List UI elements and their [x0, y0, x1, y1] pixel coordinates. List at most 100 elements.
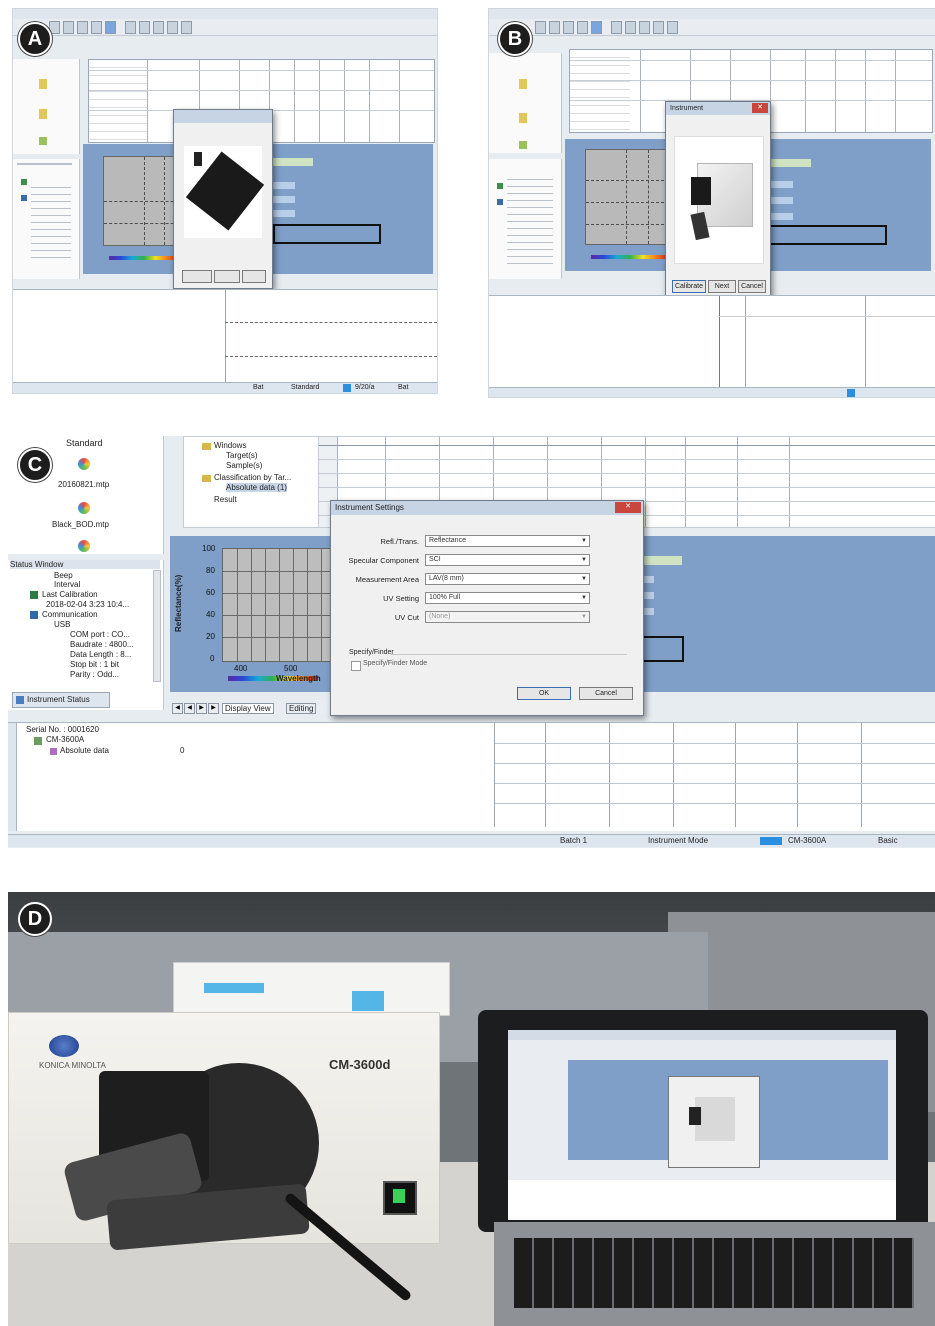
ytick: 100 [202, 544, 216, 553]
status-item: Beep [54, 571, 73, 580]
uv-cut-select[interactable]: (None) ▼ [425, 611, 590, 623]
file-icon[interactable] [78, 540, 90, 552]
device-name[interactable]: CM-3600A [46, 735, 84, 744]
ytick: 80 [206, 566, 215, 575]
toolbar-button[interactable] [63, 21, 74, 34]
file-icon[interactable] [519, 141, 527, 149]
power-switch[interactable] [383, 1181, 417, 1215]
file-name[interactable]: 20160821.mtp [58, 480, 109, 489]
toolbar-button[interactable] [125, 21, 136, 34]
toolbar-button[interactable] [653, 21, 664, 34]
panel-badge-b: B [498, 22, 532, 56]
status-item: Baudrate : 4800... [70, 640, 134, 649]
sample-box [173, 962, 450, 1016]
toolbar-button[interactable] [611, 21, 622, 34]
tree-item[interactable]: Sample(s) [226, 461, 262, 470]
dialog-title [174, 110, 272, 123]
toolbar-button[interactable] [139, 21, 150, 34]
dialog-title: Instrument Settings [331, 501, 643, 515]
toolbar-button[interactable] [153, 21, 164, 34]
absolute-data-label[interactable]: Absolute data [60, 746, 109, 755]
toolbar-button[interactable] [591, 21, 602, 34]
wavelength-spectrum [591, 255, 669, 259]
toolbar-button[interactable] [625, 21, 636, 34]
dialog-button[interactable] [182, 270, 212, 283]
file-icon[interactable] [39, 109, 47, 119]
toolbar-button[interactable] [105, 21, 116, 34]
status-window-pane [13, 159, 80, 279]
scrollbar[interactable] [153, 570, 161, 682]
toolbar-button[interactable] [577, 21, 588, 34]
status-window-title: Status Window [10, 560, 160, 569]
spectral-chart [585, 149, 675, 245]
tree-item[interactable]: Classification by Tar... [214, 473, 291, 482]
file-name[interactable]: Black_BOD.mtp [52, 520, 109, 529]
tab-display-view[interactable]: Display View [222, 703, 274, 714]
spectral-chart [222, 548, 344, 662]
toolbar-button[interactable] [549, 21, 560, 34]
laptop-display [508, 1030, 896, 1220]
measurement-area-select[interactable]: LAV(8 mm) ▼ [425, 573, 590, 585]
toolbar-button[interactable] [639, 21, 650, 34]
file-icon[interactable] [519, 113, 527, 123]
ytick: 60 [206, 588, 215, 597]
brand-logo [49, 1035, 79, 1057]
status-item: Communication [42, 610, 98, 619]
nav-last-icon[interactable]: ▶ [208, 703, 219, 714]
laptop-screen [478, 1010, 928, 1232]
instrument-status-tab[interactable]: Instrument Status [12, 692, 110, 708]
toolbar-button[interactable] [563, 21, 574, 34]
group-title: Specify/Finder [349, 649, 394, 656]
field-label: Specular Component [348, 556, 419, 565]
toolbar-button[interactable] [535, 21, 546, 34]
field-label: UV Cut [394, 613, 419, 622]
uv-setting-select[interactable]: 100% Full ▼ [425, 592, 590, 604]
right-table [494, 723, 935, 827]
status-item: Parity : Odd... [70, 670, 119, 679]
status-basic: Basic [878, 836, 898, 845]
data-pane [489, 295, 935, 388]
status-item: USB [54, 620, 71, 629]
data-tree: Windows Target(s) Sample(s) Classificati… [183, 436, 320, 528]
status-bar: Batch 1 Instrument Mode CM-3600A Basic [8, 834, 935, 847]
device-icon [34, 737, 42, 745]
tab-editing[interactable]: Editing [286, 703, 317, 714]
next-button[interactable]: Next [708, 280, 736, 293]
cancel-button[interactable]: Cancel [738, 280, 766, 293]
ytick: 0 [210, 654, 215, 663]
status-instrument: 9/20/a [355, 384, 375, 391]
file-icon[interactable] [519, 79, 527, 89]
cancel-button[interactable]: Cancel [579, 687, 633, 700]
file-icon[interactable] [78, 502, 90, 514]
tree-item[interactable]: Absolute data (1) [226, 483, 287, 492]
file-icon[interactable] [78, 458, 90, 470]
file-icon[interactable] [39, 137, 47, 145]
ok-button[interactable]: OK [517, 687, 571, 700]
close-icon[interactable]: ✕ [615, 502, 641, 513]
nav-first-icon[interactable]: ◀ [172, 703, 183, 714]
close-icon[interactable]: ✕ [752, 103, 768, 113]
specify-finder-checkbox[interactable] [351, 661, 361, 671]
file-icon[interactable] [39, 79, 47, 89]
side-tab[interactable] [8, 723, 17, 831]
panel-badge-d: D [18, 902, 52, 936]
tree-item[interactable]: Result [214, 495, 237, 504]
status-mode: Standard [291, 384, 320, 391]
refl-trans-select[interactable]: Reflectance ▼ [425, 535, 590, 547]
calibrate-button[interactable]: Calibrate [672, 280, 706, 293]
nav-next-icon[interactable]: ▶ [196, 703, 207, 714]
tree-item[interactable]: Windows [214, 441, 246, 450]
tree-item[interactable]: Target(s) [226, 451, 258, 460]
toolbar-button[interactable] [181, 21, 192, 34]
specular-component-select[interactable]: SCI ▼ [425, 554, 590, 566]
toolbar-button[interactable] [667, 21, 678, 34]
toolbar-button[interactable] [91, 21, 102, 34]
dialog-button[interactable] [242, 270, 266, 283]
panel-a: Bat Standard 9/20/a Bat [12, 8, 438, 394]
toolbar-button[interactable] [167, 21, 178, 34]
status-item: Data Length : 8... [70, 650, 132, 659]
toolbar-button[interactable] [77, 21, 88, 34]
dialog-button[interactable] [214, 270, 240, 283]
app-toolbar [489, 19, 935, 36]
nav-prev-icon[interactable]: ◀ [184, 703, 195, 714]
